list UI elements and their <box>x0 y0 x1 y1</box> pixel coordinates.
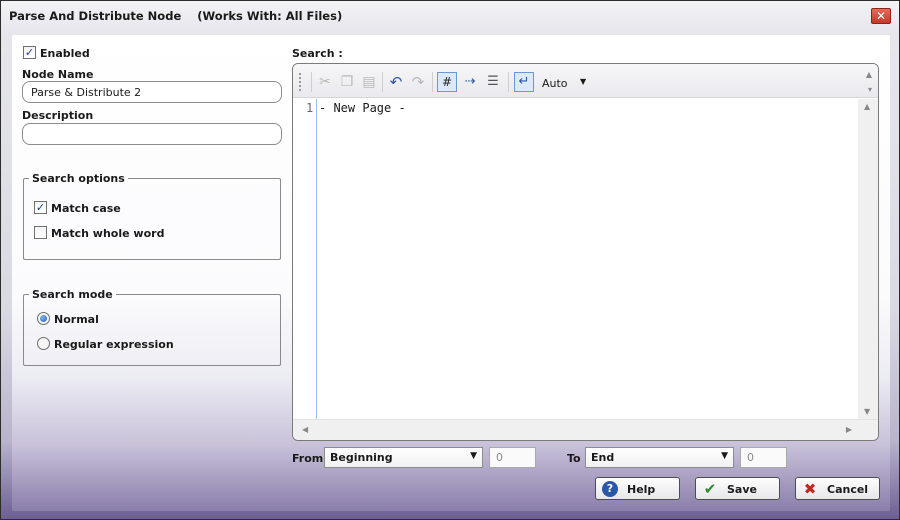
word-wrap-icon[interactable]: ☰ <box>483 72 503 92</box>
title-bar: Parse And Distribute Node (Works With: A… <box>1 1 899 31</box>
save-button[interactable]: ✔ Save <box>695 477 780 500</box>
window-title: Parse And Distribute Node (Works With: A… <box>9 9 343 23</box>
regex-label: Regular expression <box>54 338 174 351</box>
help-button-label: Help <box>627 483 656 496</box>
paste-icon[interactable]: ▤ <box>359 72 379 92</box>
cancel-button[interactable]: ✖ Cancel <box>795 477 880 500</box>
to-offset-input[interactable]: 0 <box>740 447 787 468</box>
save-button-label: Save <box>727 483 757 496</box>
from-label: From <box>292 452 324 465</box>
close-icon: ✖ <box>803 480 817 498</box>
gutter-divider <box>316 99 317 419</box>
line-number: 1 <box>306 101 314 115</box>
node-name-input[interactable]: Parse & Distribute 2 <box>22 81 282 103</box>
search-editor[interactable]: ✂ ❐ ▤ ↶ ↷ # ⇢ ☰ ↵ Auto ▼ ▲ ▾ 1 - New Pag… <box>292 63 879 441</box>
redo-icon[interactable]: ↷ <box>408 72 428 92</box>
show-whitespace-icon[interactable]: ⇢ <box>460 72 480 92</box>
to-label: To <box>567 452 581 465</box>
description-input[interactable] <box>22 123 282 145</box>
toolbar-grip <box>299 73 302 91</box>
regex-radio[interactable] <box>37 337 50 350</box>
checkmark-icon: ✔ <box>703 480 717 498</box>
toolbar-separator <box>432 72 433 92</box>
search-options-group: Search options <box>23 172 281 260</box>
encoding-select[interactable]: Auto <box>542 77 568 90</box>
match-whole-word-checkbox[interactable] <box>34 226 47 239</box>
toolbar-separator <box>311 72 312 92</box>
copy-icon[interactable]: ❐ <box>337 72 357 92</box>
content-panel: ✓ Enabled Node Name Parse & Distribute 2… <box>12 35 890 511</box>
toolbar-separator <box>382 72 383 92</box>
match-whole-word-label: Match whole word <box>51 227 165 240</box>
enabled-label: Enabled <box>40 47 90 60</box>
chevron-down-icon: ▼ <box>470 451 477 461</box>
editor-content-line[interactable]: - New Page - <box>319 101 406 115</box>
scroll-down-icon[interactable]: ▼ <box>864 407 870 416</box>
normal-label: Normal <box>54 313 99 326</box>
undo-icon[interactable]: ↶ <box>386 72 406 92</box>
description-label: Description <box>22 109 94 122</box>
cancel-button-label: Cancel <box>827 483 869 496</box>
enabled-checkbox[interactable]: ✓ <box>23 46 36 59</box>
dialog-window: Parse And Distribute Node (Works With: A… <box>0 0 900 520</box>
chevron-down-icon: ▼ <box>721 451 728 461</box>
to-select-value: End <box>591 451 615 464</box>
code-area[interactable] <box>293 99 857 419</box>
node-name-label: Node Name <box>22 68 94 81</box>
search-options-legend: Search options <box>32 172 125 185</box>
horizontal-scrollbar[interactable]: ◀ ▶ <box>293 419 878 440</box>
toolbar-separator <box>508 72 509 92</box>
help-icon: ? <box>602 481 618 497</box>
line-numbers-icon[interactable]: # <box>437 72 457 92</box>
search-mode-legend: Search mode <box>32 288 113 301</box>
close-button[interactable]: ✕ <box>871 8 891 24</box>
help-button[interactable]: ? Help <box>595 477 680 500</box>
from-select[interactable]: Beginning ▼ <box>324 447 483 468</box>
from-select-value: Beginning <box>330 451 393 464</box>
normal-radio[interactable] <box>37 312 50 325</box>
chevron-down-icon[interactable]: ▼ <box>580 77 586 86</box>
cut-icon[interactable]: ✂ <box>315 72 335 92</box>
vertical-scrollbar[interactable]: ▲ ▼ <box>858 99 878 419</box>
scroll-left-icon[interactable]: ◀ <box>302 425 308 434</box>
match-case-checkbox[interactable]: ✓ <box>34 201 47 214</box>
match-case-label: Match case <box>51 202 121 215</box>
editor-toolbar: ✂ ❐ ▤ ↶ ↷ # ⇢ ☰ ↵ Auto ▼ ▲ ▾ <box>293 64 878 98</box>
scroll-right-icon[interactable]: ▶ <box>846 425 852 434</box>
enter-icon[interactable]: ↵ <box>514 72 534 92</box>
search-mode-group: Search mode <box>23 288 281 366</box>
from-offset-input[interactable]: 0 <box>489 447 536 468</box>
scroll-up-icon[interactable]: ▲ <box>864 102 870 111</box>
toolbar-overflow-icon[interactable]: ▲ <box>866 70 872 79</box>
to-select[interactable]: End ▼ <box>585 447 734 468</box>
search-label: Search : <box>292 47 343 60</box>
toolbar-dropdown-icon[interactable]: ▾ <box>868 85 872 94</box>
